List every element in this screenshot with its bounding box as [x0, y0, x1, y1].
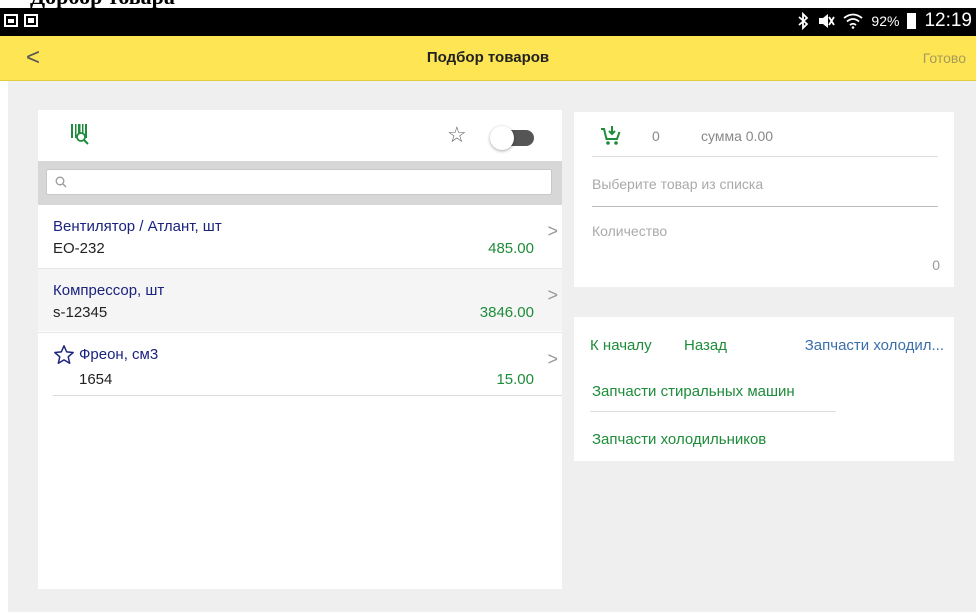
chevron-right-icon: > [547, 285, 558, 305]
chevron-right-icon: > [547, 221, 558, 241]
product-code: 1654 [79, 371, 113, 388]
search-input[interactable] [73, 172, 547, 194]
barcode-scan-icon[interactable] [70, 122, 90, 146]
product-name: Фреон, см3 [79, 346, 159, 363]
list-header: ☆ [38, 110, 562, 161]
search-icon [55, 176, 67, 188]
nav-current-category[interactable]: Запчасти холодил... [805, 337, 944, 354]
product-price: 3846.00 [479, 304, 534, 321]
product-row[interactable]: Компрессор, шт s-12345 3846.00 > [38, 268, 562, 331]
battery-percent: 92% [871, 13, 900, 29]
product-name: Компрессор, шт [53, 282, 165, 299]
product-price: 15.00 [496, 371, 534, 388]
app-bar: < Подбор товаров Готово [0, 36, 976, 81]
divider [592, 156, 938, 157]
status-left-icons [4, 14, 38, 27]
divider [592, 206, 938, 207]
product-name: Вентилятор / Атлант, шт [53, 218, 222, 235]
cart-add-icon[interactable] [600, 124, 622, 146]
category-nav-panel: К началу Назад Запчасти холодил... Запча… [574, 317, 954, 461]
product-row[interactable]: Вентилятор / Атлант, шт EO-232 485.00 > [38, 205, 562, 268]
product-code: s-12345 [53, 304, 108, 321]
wifi-icon [843, 13, 863, 29]
quantity-field[interactable]: 0 [932, 257, 940, 273]
status-bar: 92% 12:19 [0, 8, 976, 36]
product-code: EO-232 [53, 240, 105, 257]
message-icon [24, 14, 38, 27]
favorite-star-icon[interactable] [53, 344, 75, 366]
cart-sum: сумма 0.00 [701, 128, 774, 144]
battery-icon [907, 13, 917, 29]
search-box[interactable] [46, 169, 552, 195]
divider [53, 395, 562, 396]
content-area: ☆ Вентилятор / Атлант, шт EO-232 485.00 … [8, 81, 976, 612]
product-price: 485.00 [488, 240, 534, 257]
done-button[interactable]: Готово [923, 50, 966, 66]
divider [590, 411, 836, 412]
cart-panel: 0 сумма 0.00 Выберите товар из списка Ко… [574, 112, 954, 287]
chevron-right-icon: > [547, 349, 558, 369]
favorites-star-icon[interactable]: ☆ [447, 122, 467, 148]
status-right: 92% 12:19 [797, 10, 972, 32]
page-title: Подбор товаров [426, 49, 550, 66]
product-list-panel: ☆ Вентилятор / Атлант, шт EO-232 485.00 … [38, 110, 562, 589]
gallery-icon [4, 14, 18, 27]
selected-product-field[interactable]: Выберите товар из списка [592, 176, 763, 192]
mute-icon [819, 14, 836, 28]
search-bar [38, 161, 562, 205]
quantity-label: Количество [592, 223, 668, 239]
category-item[interactable]: Запчасти холодильников [592, 431, 766, 448]
cart-count: 0 [652, 128, 660, 144]
clock: 12:19 [924, 10, 972, 31]
nav-back-link[interactable]: Назад [684, 337, 727, 354]
switch-knob [490, 126, 514, 150]
bluetooth-icon [798, 12, 809, 30]
category-item[interactable]: Запчасти стиральных машин [592, 383, 795, 400]
nav-start-link[interactable]: К началу [590, 337, 652, 354]
favorites-switch[interactable] [490, 126, 536, 150]
product-row[interactable]: Фреон, см3 1654 15.00 > [38, 332, 562, 395]
